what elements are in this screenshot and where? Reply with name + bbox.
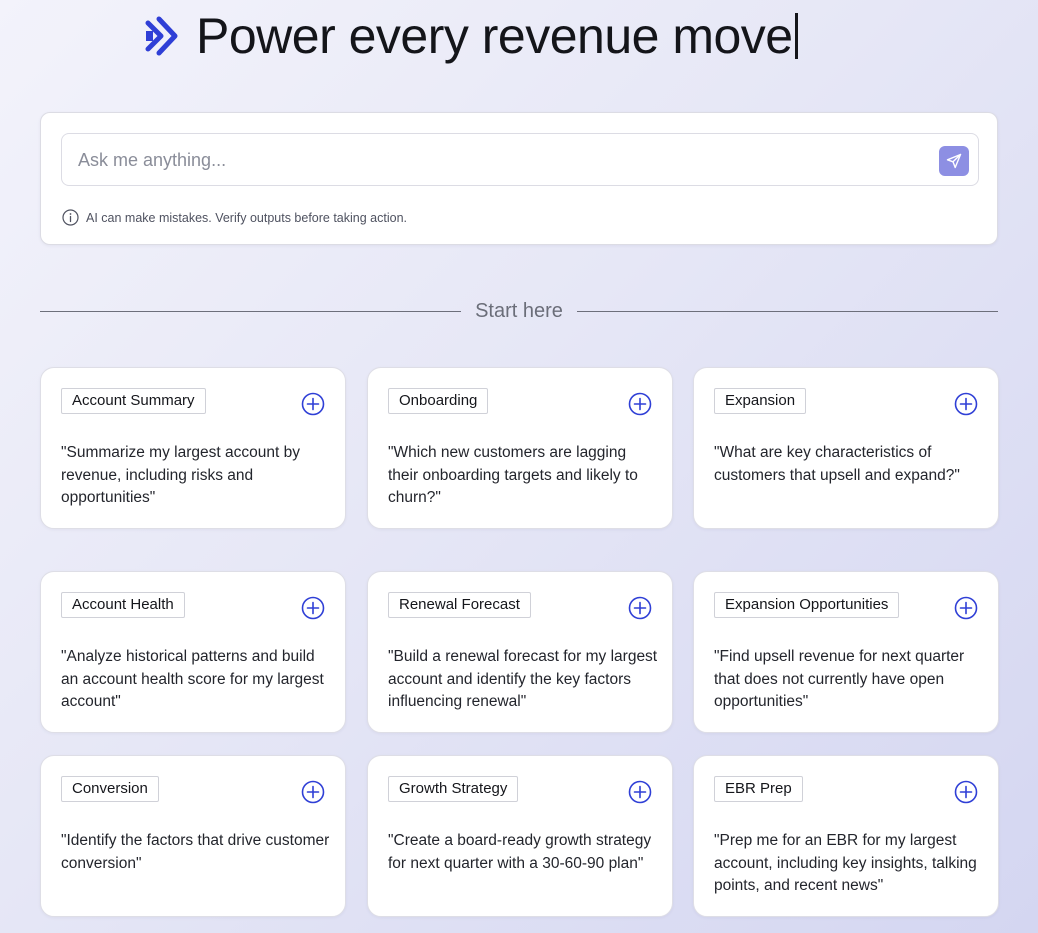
- prompt-input-container[interactable]: [61, 133, 979, 186]
- plus-circle-icon: [954, 596, 978, 620]
- hero: Power every revenue move: [144, 6, 798, 66]
- card-tag: Account Summary: [61, 388, 206, 414]
- suggestion-card-account-summary[interactable]: Account Summary "Summarize my largest ac…: [40, 367, 346, 529]
- card-prompt-text: "Summarize my largest account by revenue…: [61, 444, 300, 506]
- suggestion-card-renewal-forecast[interactable]: Renewal Forecast "Build a renewal foreca…: [367, 571, 673, 733]
- divider-line-right: [576, 310, 999, 312]
- add-prompt-button[interactable]: [954, 780, 978, 804]
- card-tag: Expansion: [714, 388, 807, 414]
- card-tag: Onboarding: [388, 388, 489, 414]
- suggestion-card-growth-strategy[interactable]: Growth Strategy "Create a board-ready gr…: [367, 755, 673, 917]
- card-prompt-text: "Analyze historical patterns and build a…: [61, 648, 324, 710]
- headline-text: Power every revenue move: [196, 8, 793, 64]
- paper-plane-icon: [946, 153, 962, 169]
- plus-circle-icon: [628, 780, 652, 804]
- suggestion-card-onboarding[interactable]: Onboarding "Which new customers are lagg…: [367, 367, 673, 529]
- card-prompt-text: "Prep me for an EBR for my largest accou…: [714, 832, 977, 894]
- plus-circle-icon: [954, 392, 978, 416]
- add-prompt-button[interactable]: [954, 392, 978, 416]
- add-prompt-button[interactable]: [628, 596, 652, 620]
- add-prompt-button[interactable]: [301, 392, 325, 416]
- card-tag: Growth Strategy: [388, 776, 519, 802]
- card-tag: Account Health: [61, 592, 185, 618]
- suggestion-card-account-health[interactable]: Account Health "Analyze historical patte…: [40, 571, 346, 733]
- typing-cursor: [794, 13, 798, 59]
- section-label: Start here: [475, 299, 563, 322]
- card-tag: Conversion: [61, 776, 159, 802]
- plus-circle-icon: [301, 780, 325, 804]
- add-prompt-button[interactable]: [954, 596, 978, 620]
- disclaimer-text: AI can make mistakes. Verify outputs bef…: [86, 210, 407, 225]
- plus-circle-icon: [628, 596, 652, 620]
- prompt-card: AI can make mistakes. Verify outputs bef…: [40, 112, 998, 245]
- add-prompt-button[interactable]: [628, 780, 652, 804]
- double-chevron-right-icon: [145, 16, 178, 56]
- plus-circle-icon: [954, 780, 978, 804]
- add-prompt-button[interactable]: [628, 392, 652, 416]
- prompt-input[interactable]: [76, 144, 930, 176]
- add-prompt-button[interactable]: [301, 780, 325, 804]
- suggestion-card-ebr-prep[interactable]: EBR Prep "Prep me for an EBR for my larg…: [693, 755, 999, 917]
- card-tag: EBR Prep: [714, 776, 803, 802]
- divider-line-left: [40, 310, 462, 312]
- suggestion-card-expansion[interactable]: Expansion "What are key characteristics …: [693, 367, 999, 529]
- suggestion-card-expansion-opportunities[interactable]: Expansion Opportunities "Find upsell rev…: [693, 571, 999, 733]
- card-tag: Expansion Opportunities: [714, 592, 900, 618]
- page-title: Power every revenue move: [196, 6, 798, 66]
- plus-circle-icon: [628, 392, 652, 416]
- card-prompt-text: "What are key characteristics of custome…: [714, 444, 960, 484]
- plus-circle-icon: [301, 392, 325, 416]
- card-prompt-text: "Find upsell revenue for next quarter th…: [714, 648, 965, 710]
- suggestion-card-conversion[interactable]: Conversion "Identify the factors that dr…: [40, 755, 346, 917]
- plus-circle-icon: [301, 596, 325, 620]
- send-button[interactable]: [939, 146, 969, 176]
- add-prompt-button[interactable]: [301, 596, 325, 620]
- info-icon: [62, 209, 79, 226]
- section-divider: Start here: [40, 296, 999, 326]
- card-prompt-text: "Which new customers are lagging their o…: [388, 444, 638, 506]
- ai-disclaimer: AI can make mistakes. Verify outputs bef…: [62, 209, 407, 226]
- card-prompt-text: "Build a renewal forecast for my largest…: [388, 648, 658, 710]
- card-prompt-text: "Create a board-ready growth strategy fo…: [388, 832, 652, 872]
- card-prompt-text: "Identify the factors that drive custome…: [61, 832, 330, 872]
- card-tag: Renewal Forecast: [388, 592, 531, 618]
